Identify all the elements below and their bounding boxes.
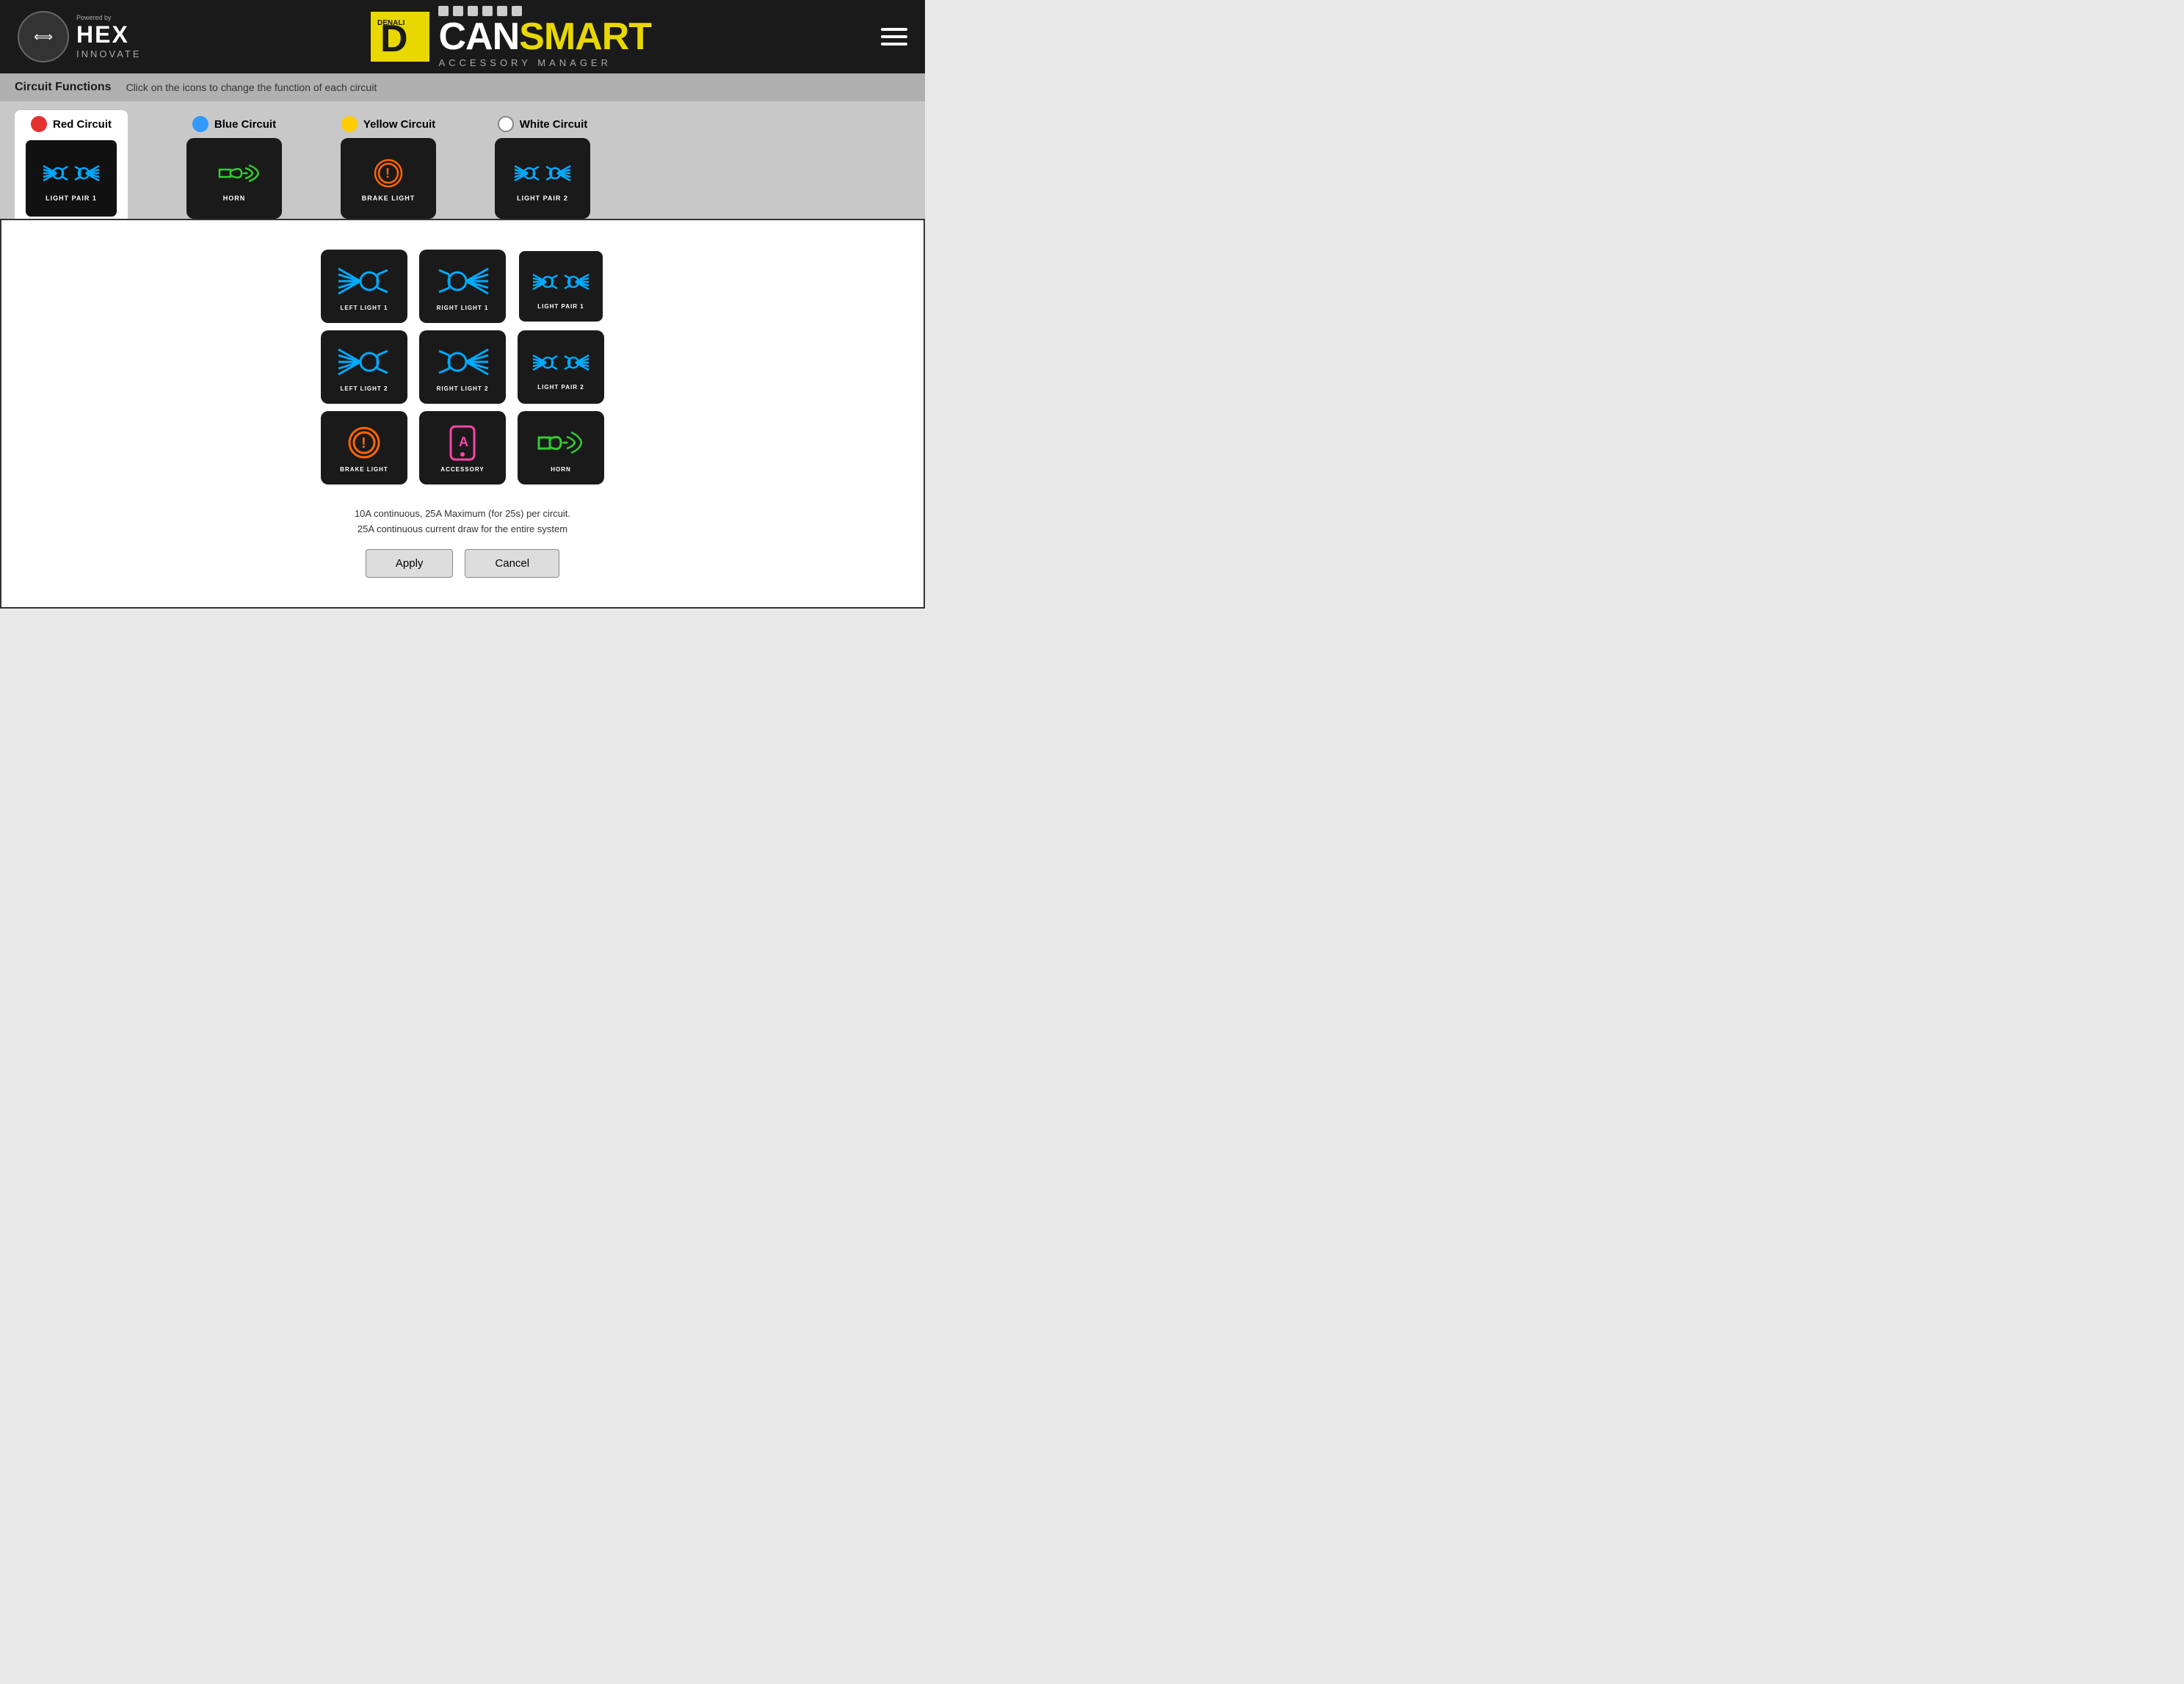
blue-dot [192, 116, 208, 132]
left-light-2-label: LEFT LIGHT 2 [341, 385, 388, 392]
dots-decoration [438, 6, 522, 16]
red-circuit-text: Red Circuit [53, 118, 112, 131]
hex-text: HEX [76, 21, 129, 48]
yellow-card-label: BRAKE LIGHT [362, 195, 416, 202]
brake-light-icon-yellow: ! [363, 155, 414, 192]
left-light-1-label: LEFT LIGHT 1 [341, 305, 388, 311]
powered-by-label: Powered by [76, 14, 142, 21]
function-row-3: ! BRAKE LIGHT A ACCESSORY [321, 411, 604, 484]
white-circuit-label: White Circuit [498, 116, 588, 132]
info-line-1: 10A continuous, 25A Maximum (for 25s) pe… [16, 507, 909, 522]
circuit-functions-bar: Circuit Functions Click on the icons to … [0, 73, 925, 101]
hex-logo-circle: ⟺ [18, 11, 69, 62]
svg-text:DENALI: DENALI [377, 19, 404, 27]
blue-circuit-card: HORN [186, 138, 282, 219]
red-circuit-card: LIGHT PAIR 1 [23, 138, 119, 219]
light-pair-2-icon [513, 155, 572, 192]
accessory-icon: A [440, 423, 485, 463]
white-circuit-text: White Circuit [520, 118, 588, 131]
tab-white-circuit[interactable]: White Circuit [495, 116, 590, 219]
main-content-area: LEFT LIGHT 1 RIGHT LIGHT 1 [0, 219, 925, 609]
circuit-functions-desc: Click on the icons to change the functio… [126, 81, 377, 93]
light-pair-2-func-label: LIGHT PAIR 2 [537, 384, 584, 391]
denali-box: D DENALI [371, 12, 429, 62]
light-pair-1-card[interactable]: LIGHT PAIR 1 [518, 250, 604, 323]
white-card-label: LIGHT PAIR 2 [517, 195, 568, 202]
right-light-1-icon [433, 261, 492, 302]
yellow-circuit-card: ! BRAKE LIGHT [341, 138, 436, 219]
denali-d-icon: D DENALI [374, 15, 426, 59]
red-dot [31, 116, 47, 132]
right-light-1-card[interactable]: RIGHT LIGHT 1 [419, 250, 506, 323]
info-text-block: 10A continuous, 25A Maximum (for 25s) pe… [16, 507, 909, 537]
right-light-1-label: RIGHT LIGHT 1 [437, 305, 489, 311]
tab-red-circuit[interactable]: Red Circuit [23, 116, 119, 219]
hex-brand-text: Powered by HEX INNOVATE [76, 14, 142, 59]
function-row-2: LEFT LIGHT 2 RIGHT LIGHT 2 [321, 330, 604, 404]
brand-logo: ⟺ Powered by HEX INNOVATE [18, 11, 142, 62]
apply-button[interactable]: Apply [366, 549, 454, 578]
left-light-1-icon [335, 261, 393, 302]
can-text: CAN [438, 18, 519, 56]
accessory-func-label: ACCESSORY [440, 466, 484, 473]
blue-circuit-text: Blue Circuit [214, 118, 276, 131]
svg-text:A: A [459, 435, 468, 449]
svg-text:!: ! [361, 435, 366, 451]
right-light-2-icon [433, 342, 492, 382]
cansmart-text: CAN SMART ACCESSORY MANAGER [438, 6, 651, 68]
right-light-2-card[interactable]: RIGHT LIGHT 2 [419, 330, 506, 404]
function-icon-grid: LEFT LIGHT 1 RIGHT LIGHT 1 [16, 235, 909, 499]
tab-red-circuit-wrapper: Red Circuit [15, 110, 128, 219]
brake-light-func-label: BRAKE LIGHT [340, 466, 388, 473]
white-circuit-card: LIGHT PAIR 2 [495, 138, 590, 219]
hex-arrows-icon: ⟺ [34, 30, 53, 43]
light-pair-2-func-icon [532, 344, 590, 381]
circuit-functions-title: Circuit Functions [15, 81, 112, 94]
innovate-text: INNOVATE [76, 48, 142, 59]
yellow-circuit-text: Yellow Circuit [363, 118, 435, 131]
light-pair-2-card[interactable]: LIGHT PAIR 2 [518, 330, 604, 404]
tab-blue-circuit[interactable]: Blue Circuit HORN [186, 116, 282, 219]
horn-func-label: HORN [551, 466, 571, 473]
svg-text:!: ! [385, 166, 390, 181]
accessory-manager-label: ACCESSORY MANAGER [438, 57, 651, 68]
blue-circuit-label: Blue Circuit [192, 116, 276, 132]
right-light-2-label: RIGHT LIGHT 2 [437, 385, 489, 392]
brake-light-card[interactable]: ! BRAKE LIGHT [321, 411, 407, 484]
light-pair-1-func-label: LIGHT PAIR 1 [537, 303, 584, 310]
smart-text: SMART [519, 18, 651, 56]
action-buttons: Apply Cancel [16, 549, 909, 578]
horn-icon-blue [208, 155, 260, 192]
horn-func-icon [532, 423, 590, 463]
left-light-2-card[interactable]: LEFT LIGHT 2 [321, 330, 407, 404]
red-circuit-label: Red Circuit [31, 116, 112, 132]
hamburger-line-2 [881, 35, 907, 38]
blue-card-label: HORN [223, 195, 246, 202]
left-light-2-icon [335, 342, 393, 382]
tab-yellow-circuit[interactable]: Yellow Circuit ! BRAKE LIGHT [341, 116, 436, 219]
brake-light-func-icon: ! [338, 423, 390, 463]
hamburger-line-1 [881, 28, 907, 31]
horn-card[interactable]: HORN [518, 411, 604, 484]
white-dot [498, 116, 514, 132]
function-row-1: LEFT LIGHT 1 RIGHT LIGHT 1 [321, 250, 604, 323]
menu-button[interactable] [881, 28, 907, 46]
circuit-tabs-row: Red Circuit [0, 101, 925, 219]
left-light-1-card[interactable]: LEFT LIGHT 1 [321, 250, 407, 323]
app-header: ⟺ Powered by HEX INNOVATE D DENALI [0, 0, 925, 73]
yellow-circuit-label: Yellow Circuit [341, 116, 435, 132]
cancel-button[interactable]: Cancel [465, 549, 559, 578]
hamburger-line-3 [881, 43, 907, 46]
accessory-card[interactable]: A ACCESSORY [419, 411, 506, 484]
info-line-2: 25A continuous current draw for the enti… [16, 522, 909, 537]
light-pair-1-func-icon [532, 264, 590, 300]
yellow-dot [341, 116, 358, 132]
cansmart-logo: D DENALI CAN SMART ACCESSORY MANAGER [371, 6, 651, 68]
red-card-label: LIGHT PAIR 1 [46, 195, 97, 202]
light-pair-1-icon [42, 155, 101, 192]
